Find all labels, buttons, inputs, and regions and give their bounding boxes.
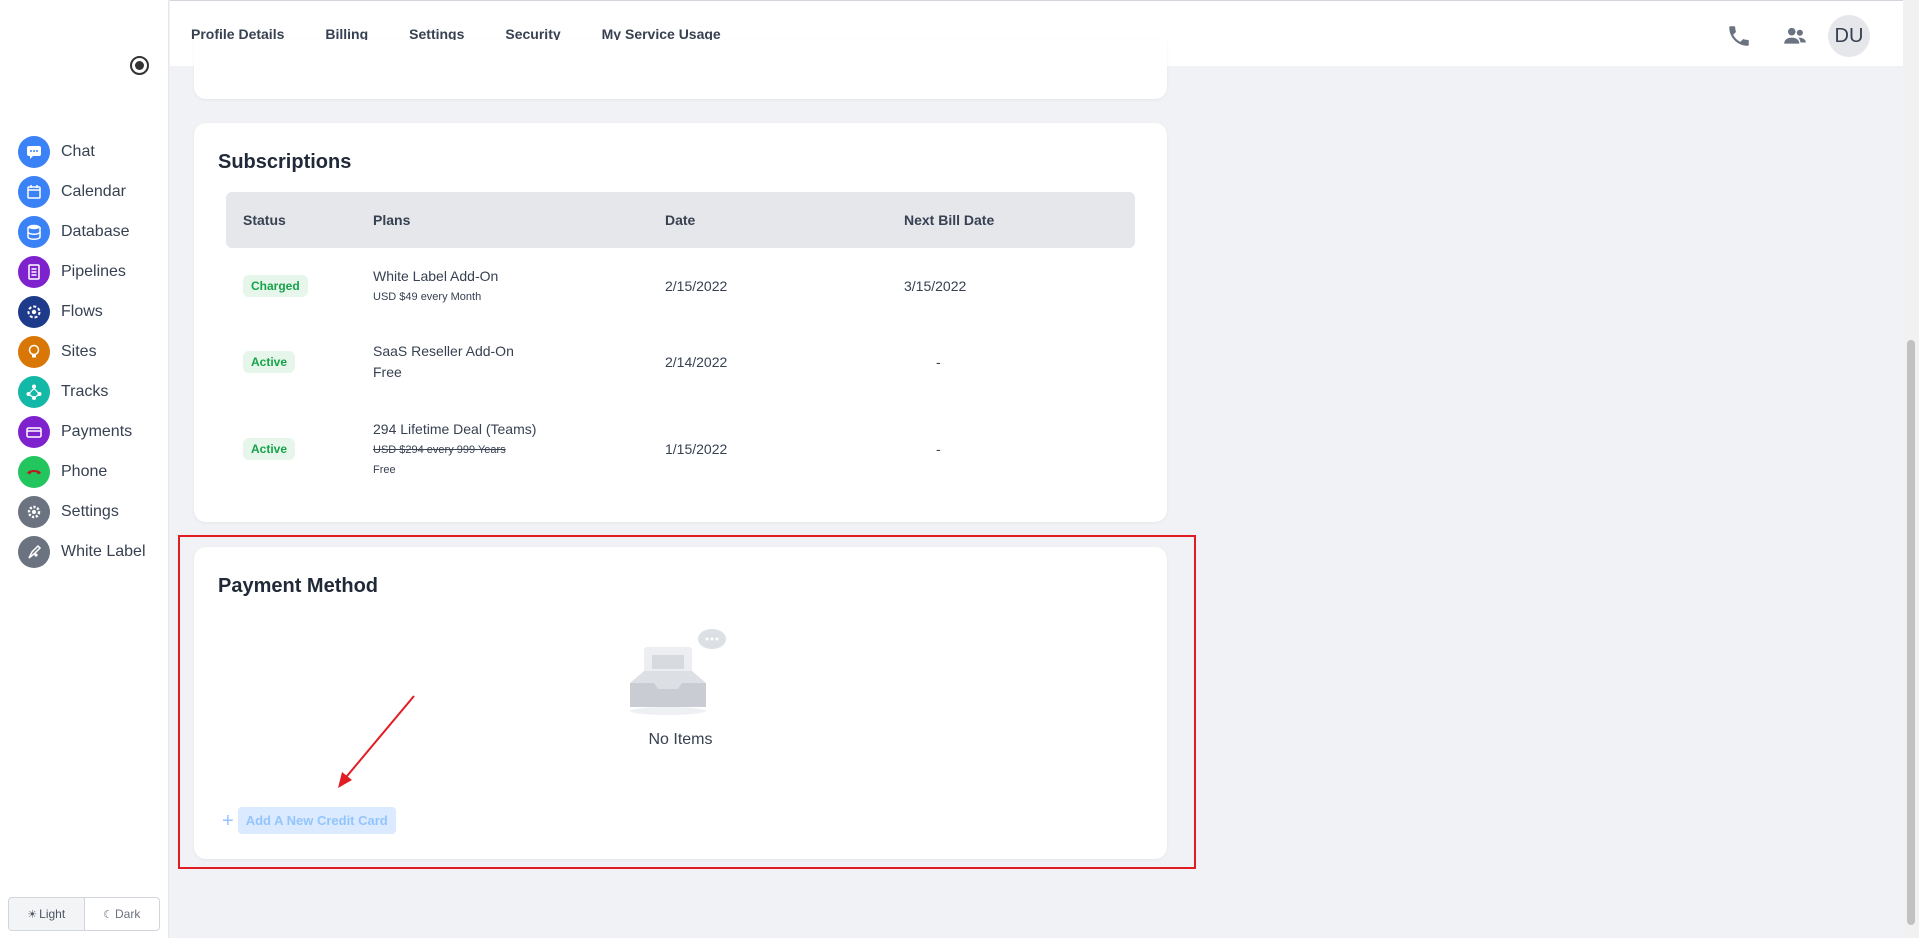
- pipelines-icon: [18, 256, 50, 288]
- moon-icon: ☾: [103, 908, 114, 921]
- sidebar-item-label: Sites: [61, 343, 97, 360]
- table-row: Charged White Label Add-On USD $49 every…: [226, 248, 1135, 324]
- settings-icon: [18, 496, 50, 528]
- payment-method-card: Payment Method No Items + Add A New Cred…: [194, 547, 1167, 859]
- plan-date: 2/15/2022: [665, 278, 728, 294]
- scrollbar[interactable]: [1903, 0, 1919, 938]
- radio-icon[interactable]: [130, 56, 149, 75]
- header-status: Status: [243, 212, 286, 228]
- contacts-icon[interactable]: [1776, 17, 1814, 55]
- subscriptions-table: Status Plans Date Next Bill Date Charged…: [226, 192, 1135, 498]
- sidebar-item-label: Settings: [61, 503, 119, 520]
- scrollbar-thumb[interactable]: [1907, 340, 1915, 925]
- sun-icon: ☀: [27, 908, 38, 921]
- sidebar-item-label: Chat: [61, 143, 95, 160]
- payments-icon: [18, 416, 50, 448]
- empty-state-text: No Items: [648, 731, 713, 748]
- theme-toggle: ☀ Light ☾ Dark: [8, 897, 160, 931]
- status-badge: Charged: [243, 275, 308, 297]
- plan-price: Free: [373, 364, 402, 380]
- tracks-icon: [18, 376, 50, 408]
- header-date: Date: [665, 212, 696, 228]
- flows-icon: [18, 296, 50, 328]
- next-bill-date: -: [936, 354, 941, 370]
- dark-label: Dark: [115, 907, 141, 921]
- sidebar-item-label: Pipelines: [61, 263, 126, 280]
- plan-original-price: USD $294 every 999 Years: [373, 443, 506, 456]
- white-label-icon: [18, 536, 50, 568]
- empty-inbox-icon: [630, 629, 726, 715]
- sites-icon: [18, 336, 50, 368]
- next-bill-date: -: [936, 441, 941, 457]
- sidebar-item-label: Calendar: [61, 183, 126, 200]
- sidebar-item-label: Flows: [61, 303, 103, 320]
- phone-icon[interactable]: [1720, 17, 1758, 55]
- next-bill-date: 3/15/2022: [904, 278, 967, 294]
- sidebar-item-tracks[interactable]: Tracks: [18, 372, 146, 412]
- subscriptions-card: Subscriptions Status Plans Date Next Bil…: [194, 123, 1167, 522]
- profile-card: [194, 40, 1167, 99]
- add-credit-card-label: Add A New Credit Card: [237, 807, 396, 834]
- header-plans: Plans: [373, 212, 411, 228]
- add-credit-card-button[interactable]: + Add A New Credit Card: [222, 807, 396, 834]
- sidebar-item-pipelines[interactable]: Pipelines: [18, 252, 146, 292]
- table-row: Active 294 Lifetime Deal (Teams) USD $29…: [226, 400, 1135, 498]
- plan-name: 294 Lifetime Deal (Teams): [373, 420, 537, 437]
- database-icon: [18, 216, 50, 248]
- sidebar-item-payments[interactable]: Payments: [18, 412, 146, 452]
- sidebar-item-database[interactable]: Database: [18, 212, 146, 252]
- sidebar-item-settings[interactable]: Settings: [18, 492, 146, 532]
- sidebar-item-calendar[interactable]: Calendar: [18, 172, 146, 212]
- light-label: Light: [39, 907, 66, 921]
- sidebar-item-label: White Label: [61, 543, 146, 560]
- header-next-bill-date: Next Bill Date: [904, 212, 995, 228]
- sidebar-item-label: Database: [61, 223, 130, 240]
- status-badge: Active: [243, 438, 296, 460]
- sidebar-item-white-label[interactable]: White Label: [18, 532, 146, 572]
- subscriptions-title: Subscriptions: [218, 151, 352, 173]
- calendar-icon: [18, 176, 50, 208]
- top-actions: DU: [1702, 15, 1870, 57]
- plan-date: 2/14/2022: [665, 354, 728, 370]
- plan-date: 1/15/2022: [665, 441, 728, 457]
- plan-name: SaaS Reseller Add-On: [373, 343, 514, 359]
- sidebar-item-chat[interactable]: Chat: [18, 132, 146, 172]
- plus-icon: +: [222, 809, 234, 832]
- sidebar: Chat Calendar Database Pipelines Flows S…: [0, 0, 169, 938]
- plan-name: White Label Add-On: [373, 267, 499, 284]
- dark-theme-button[interactable]: ☾ Dark: [85, 898, 160, 930]
- plan-price: USD $49 every Month: [373, 290, 482, 303]
- plan-price: Free: [373, 463, 396, 476]
- phone-icon: [18, 456, 50, 488]
- chat-icon: [18, 136, 50, 168]
- sidebar-item-phone[interactable]: Phone: [18, 452, 146, 492]
- payment-method-title: Payment Method: [218, 575, 379, 597]
- table-row: Active SaaS Reseller Add-On Free 2/14/20…: [226, 324, 1135, 400]
- sidebar-item-label: Phone: [61, 463, 108, 480]
- sidebar-item-sites[interactable]: Sites: [18, 332, 146, 372]
- avatar[interactable]: DU: [1828, 15, 1870, 57]
- light-theme-button[interactable]: ☀ Light: [9, 898, 85, 930]
- sidebar-item-flows[interactable]: Flows: [18, 292, 146, 332]
- status-badge: Active: [243, 351, 296, 373]
- sidebar-nav: Chat Calendar Database Pipelines Flows S…: [18, 132, 146, 572]
- table-header: Status Plans Date Next Bill Date: [226, 192, 1135, 248]
- sidebar-item-label: Tracks: [61, 383, 109, 400]
- sidebar-item-label: Payments: [61, 423, 133, 440]
